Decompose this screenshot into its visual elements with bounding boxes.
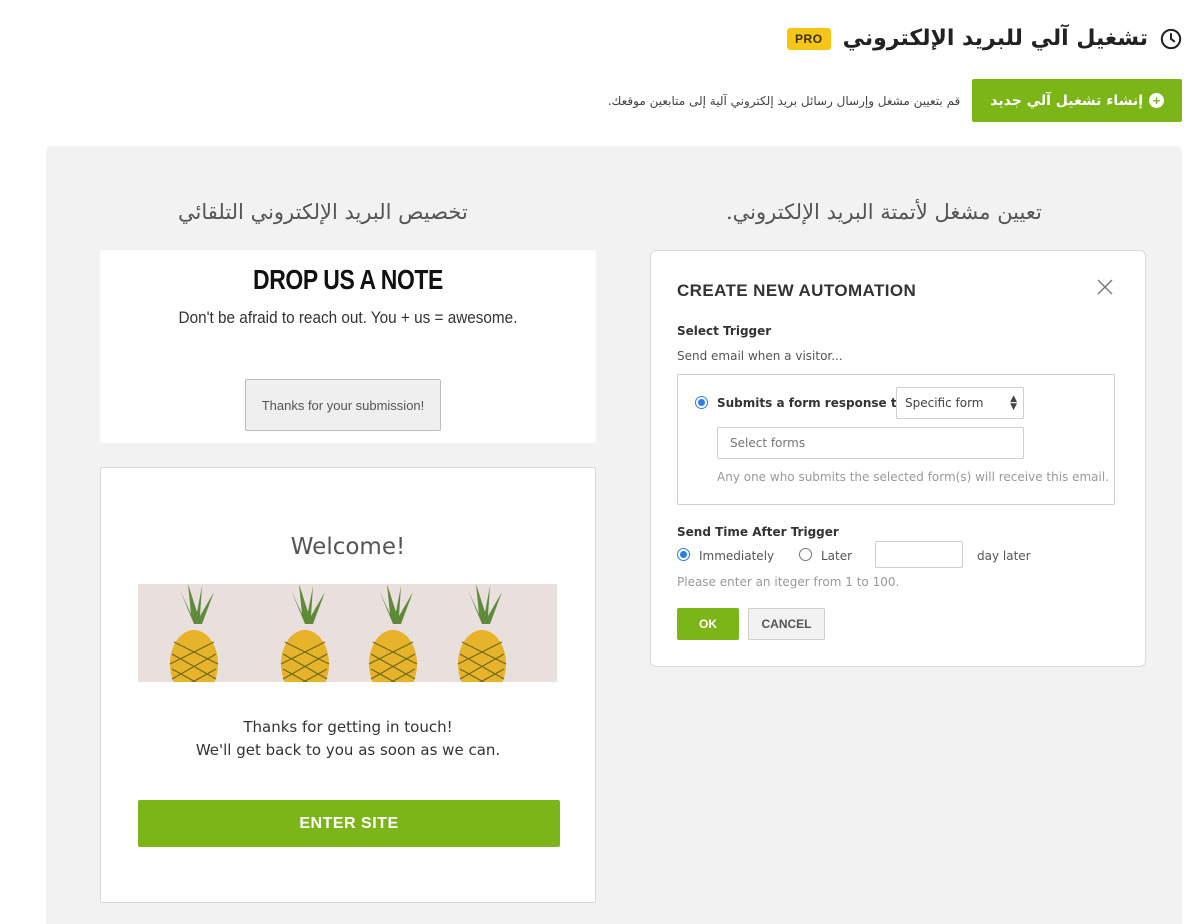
form-scope-value: Specific form bbox=[905, 396, 984, 410]
welcome-message: Thanks for getting in touch! We'll get b… bbox=[101, 716, 595, 762]
note-subtitle: Don't be afraid to reach out. You + us =… bbox=[178, 308, 518, 327]
welcome-line-1: Thanks for getting in touch! bbox=[243, 718, 453, 736]
welcome-line-2: We'll get back to you as soon as we can. bbox=[195, 741, 501, 759]
select-forms-input[interactable] bbox=[717, 427, 1024, 459]
submission-thanks-button[interactable]: Thanks for your submission! bbox=[245, 379, 441, 431]
customize-column-title: تخصيص البريد الإلكتروني التلقائي bbox=[178, 200, 468, 224]
email-preview-card[interactable]: Welcome! Thanks for getting in touch! We… bbox=[100, 467, 596, 903]
clock-icon bbox=[1160, 28, 1182, 49]
create-automation-label: إنشاء تشغيل آلي جديد bbox=[990, 92, 1143, 109]
send-time-label: Send Time After Trigger bbox=[677, 525, 839, 539]
immediately-label: Immediately bbox=[699, 549, 775, 563]
automation-panel: تعيين مشغل لأتمتة البريد الإلكتروني. تخص… bbox=[46, 146, 1182, 924]
welcome-title: Welcome! bbox=[290, 534, 406, 560]
page-header: تشغيل آلي للبريد الإلكتروني PRO bbox=[787, 26, 1182, 51]
header-actions: + إنشاء تشغيل آلي جديد قم بتعيين مشغل وإ… bbox=[608, 79, 1182, 122]
trigger-options-box: Submits a form response to Specific form… bbox=[677, 374, 1115, 505]
pineapple-image bbox=[138, 584, 557, 682]
day-later-label: day later bbox=[977, 549, 1031, 563]
select-arrows-icon: ▲ ▼ bbox=[1010, 394, 1017, 412]
dialog-title: CREATE NEW AUTOMATION bbox=[677, 281, 917, 300]
page-title: تشغيل آلي للبريد الإلكتروني bbox=[842, 26, 1148, 51]
form-response-radio[interactable] bbox=[695, 396, 708, 409]
note-title: DROP US A NOTE bbox=[253, 264, 443, 295]
integer-hint: Please enter an iteger from 1 to 100. bbox=[677, 575, 900, 589]
enter-site-button[interactable]: ENTER SITE bbox=[138, 800, 560, 847]
form-response-label: Submits a form response to bbox=[717, 396, 905, 410]
select-trigger-label: Select Trigger bbox=[677, 324, 772, 338]
trigger-intro-text: Send email when a visitor... bbox=[677, 349, 843, 363]
form-scope-select[interactable]: Specific form ▲ ▼ bbox=[896, 387, 1024, 419]
page-description: قم بتعيين مشغل وإرسال رسائل بريد إلكترون… bbox=[607, 93, 961, 108]
trigger-column-title: تعيين مشغل لأتمتة البريد الإلكتروني. bbox=[726, 200, 1042, 224]
pineapple-illustration bbox=[169, 584, 507, 682]
cancel-button[interactable]: CANCEL bbox=[748, 608, 825, 640]
create-automation-button[interactable]: + إنشاء تشغيل آلي جديد bbox=[972, 79, 1182, 122]
create-automation-dialog: CREATE NEW AUTOMATION Select Trigger Sen… bbox=[650, 250, 1146, 667]
form-preview-card[interactable]: DROP US A NOTE Don't be afraid to reach … bbox=[100, 250, 596, 443]
ok-button[interactable]: OK bbox=[677, 608, 739, 640]
days-input[interactable] bbox=[875, 541, 963, 568]
close-icon[interactable] bbox=[1095, 277, 1115, 297]
immediately-radio[interactable] bbox=[677, 548, 690, 561]
pro-badge: PRO bbox=[787, 27, 831, 50]
later-label: Later bbox=[821, 549, 853, 563]
later-radio[interactable] bbox=[799, 548, 812, 561]
plus-circle-icon: + bbox=[1149, 93, 1164, 108]
forms-hint: Any one who submits the selected form(s)… bbox=[717, 470, 1110, 484]
